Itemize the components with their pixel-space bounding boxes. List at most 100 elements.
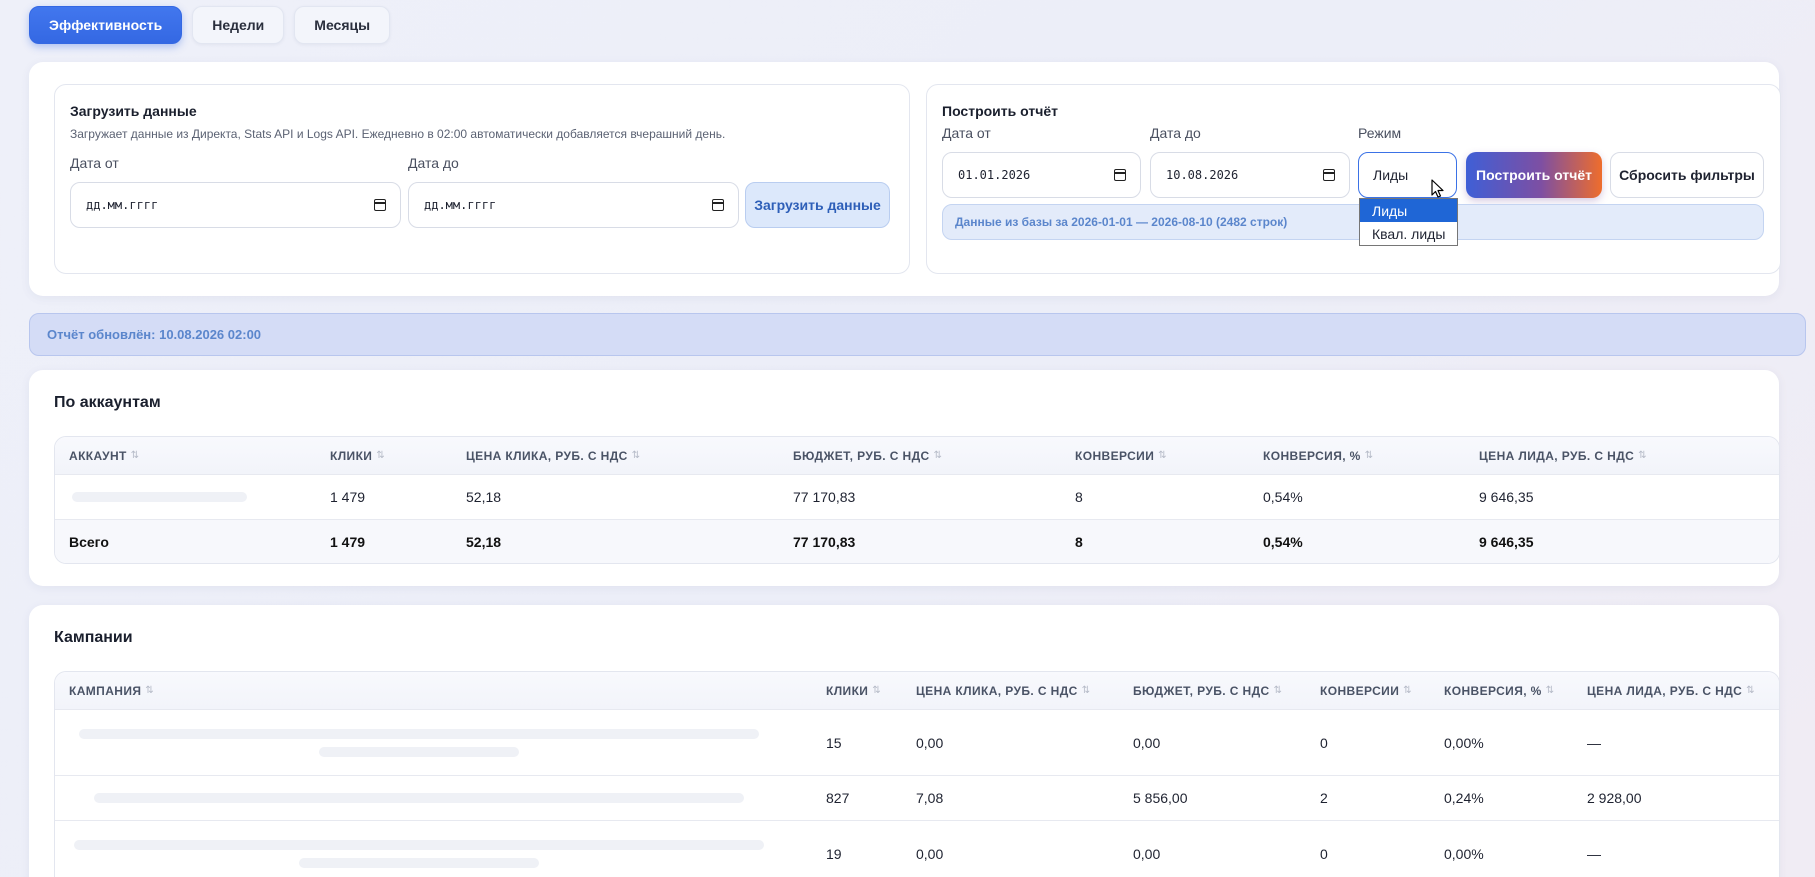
accounts-table: АККАУНТ ⇅ КЛИКИ ⇅ ЦЕНА КЛИКА, РУБ. С НДС ⇅ … [54, 436, 1780, 564]
accounts-title: По аккаунтам [54, 394, 161, 411]
load-panel-title: Загрузить данные [70, 103, 197, 119]
mode-option-qualified-leads[interactable]: Квал. лиды [1360, 222, 1457, 245]
report-panel-title: Построить отчёт [942, 103, 1058, 119]
view-tabs: Эффективность Недели Месяцы [29, 6, 391, 44]
reset-filters-button[interactable]: Сбросить фильтры [1610, 152, 1764, 198]
cell-cpc: 0,00 [916, 734, 944, 751]
sort-icon[interactable]: ⇅ [1403, 685, 1412, 696]
col-header-account[interactable]: АККАУНТ ⇅ [69, 437, 140, 474]
cell-clicks: 827 [826, 790, 850, 806]
cell-budget: 5 856,00 [1133, 790, 1188, 806]
cell-clicks: 15 [826, 734, 842, 751]
campaign-name-redacted [69, 821, 769, 877]
sort-icon[interactable]: ⇅ [1638, 450, 1647, 461]
report-date-from-input[interactable]: 01.01.2026 [942, 152, 1141, 198]
report-date-from-value: 01.01.2026 [958, 168, 1031, 182]
table-row: 15 0,00 0,00 0 0,00% — [55, 709, 1779, 775]
report-date-to-input[interactable]: 10.08.2026 [1150, 152, 1350, 198]
mode-label: Режим [1358, 125, 1402, 141]
load-data-button[interactable]: Загрузить данные [745, 182, 890, 228]
table-row: 1 479 52,18 77 170,83 8 0,54% 9 646,35 [55, 474, 1779, 519]
build-report-button[interactable]: Построить отчёт [1466, 152, 1602, 198]
calendar-icon[interactable] [374, 199, 386, 211]
table-row: 19 0,00 0,00 0 0,00% — [55, 820, 1779, 877]
sort-icon[interactable]: ⇅ [131, 450, 140, 461]
total-cpl: 9 646,35 [1479, 533, 1534, 550]
load-data-panel: Загрузить данные Загружает данные из Дир… [54, 84, 910, 274]
col-header-clicks[interactable]: КЛИКИ ⇅ [826, 672, 881, 709]
mode-dropdown: Лиды Квал. лиды [1359, 198, 1458, 246]
load-date-to-value: дд.мм.гггг [424, 198, 497, 212]
col-header-conversions[interactable]: КОНВЕРСИИ ⇅ [1075, 437, 1167, 474]
col-header-budget[interactable]: БЮДЖЕТ, РУБ. С НДС ⇅ [1133, 672, 1282, 709]
campaigns-card: Кампании КАМПАНИЯ ⇅ КЛИКИ ⇅ ЦЕНА КЛИКА, РУ… [29, 605, 1780, 877]
cell-cpl: 9 646,35 [1479, 489, 1534, 505]
total-label: Всего [69, 533, 109, 550]
cell-budget: 0,00 [1133, 845, 1161, 862]
tab-efficiency[interactable]: Эффективность [29, 6, 183, 44]
col-header-cpc[interactable]: ЦЕНА КЛИКА, РУБ. С НДС ⇅ [466, 437, 641, 474]
cell-clicks: 19 [826, 845, 842, 862]
cell-cpc: 7,08 [916, 790, 944, 806]
total-conv-rate: 0,54% [1263, 533, 1303, 550]
account-name-redacted [69, 475, 249, 519]
load-date-to-input[interactable]: дд.мм.гггг [408, 182, 739, 228]
total-clicks: 1 479 [330, 533, 366, 550]
cell-cpl: 2 928,00 [1587, 790, 1642, 806]
sort-icon[interactable]: ⇅ [1082, 685, 1091, 696]
table-header-row: АККАУНТ ⇅ КЛИКИ ⇅ ЦЕНА КЛИКА, РУБ. С НДС ⇅ … [55, 437, 1779, 474]
tab-months[interactable]: Месяцы [294, 6, 391, 44]
sort-icon[interactable]: ⇅ [1746, 685, 1755, 696]
col-header-cpc[interactable]: ЦЕНА КЛИКА, РУБ. С НДС ⇅ [916, 672, 1091, 709]
mode-option-leads[interactable]: Лиды [1360, 199, 1457, 222]
load-panel-description: Загружает данные из Директа, Stats API и… [70, 127, 726, 141]
col-header-cpl[interactable]: ЦЕНА ЛИДА, РУБ. С НДС ⇅ [1479, 437, 1647, 474]
sort-icon[interactable]: ⇅ [1546, 685, 1555, 696]
sort-icon[interactable]: ⇅ [872, 685, 881, 696]
cell-cpc: 52,18 [466, 489, 502, 505]
sort-icon[interactable]: ⇅ [1365, 450, 1374, 461]
campaigns-title: Кампании [54, 629, 133, 646]
calendar-icon[interactable] [1114, 169, 1126, 181]
controls-card: Загрузить данные Загружает данные из Дир… [29, 62, 1781, 296]
mouse-cursor-icon [1431, 179, 1444, 198]
col-header-conv-rate[interactable]: КОНВЕРСИЯ, % ⇅ [1444, 672, 1555, 709]
cell-conv-rate: 0,24% [1444, 790, 1484, 806]
sort-icon[interactable]: ⇅ [934, 450, 943, 461]
cell-budget: 0,00 [1133, 734, 1161, 751]
col-header-budget[interactable]: БЮДЖЕТ, РУБ. С НДС ⇅ [793, 437, 942, 474]
cell-cpl: — [1587, 734, 1601, 751]
tab-weeks[interactable]: Недели [192, 6, 285, 44]
cell-conversions: 8 [1075, 489, 1083, 505]
campaign-name-redacted [69, 710, 769, 775]
sort-icon[interactable]: ⇅ [145, 685, 154, 696]
table-total-row: Всего 1 479 52,18 77 170,83 8 0,54% 9 64… [55, 519, 1779, 563]
report-date-from-label: Дата от [942, 125, 991, 141]
calendar-icon[interactable] [1323, 169, 1335, 181]
report-date-to-label: Дата до [1150, 125, 1201, 141]
col-header-conversions[interactable]: КОНВЕРСИИ ⇅ [1320, 672, 1412, 709]
build-report-panel: Построить отчёт Дата от 01.01.2026 Дата … [926, 84, 1781, 274]
load-date-from-label: Дата от [70, 155, 119, 171]
col-header-cpl[interactable]: ЦЕНА ЛИДА, РУБ. С НДС ⇅ [1587, 672, 1755, 709]
col-header-clicks[interactable]: КЛИКИ ⇅ [330, 437, 385, 474]
cell-conversions: 0 [1320, 734, 1328, 751]
load-date-from-input[interactable]: дд.мм.гггг [70, 182, 401, 228]
calendar-icon[interactable] [712, 199, 724, 211]
col-header-campaign[interactable]: КАМПАНИЯ ⇅ [69, 672, 154, 709]
report-updated-status: Отчёт обновлён: 10.08.2026 02:00 [29, 313, 1806, 356]
sort-icon[interactable]: ⇅ [376, 450, 385, 461]
total-budget: 77 170,83 [793, 533, 856, 550]
col-header-conv-rate[interactable]: КОНВЕРСИЯ, % ⇅ [1263, 437, 1374, 474]
sort-icon[interactable]: ⇅ [1158, 450, 1167, 461]
sort-icon[interactable]: ⇅ [1274, 685, 1283, 696]
cell-conversions: 2 [1320, 790, 1328, 806]
load-date-from-value: дд.мм.гггг [86, 198, 159, 212]
table-row: 827 7,08 5 856,00 2 0,24% 2 928,00 [55, 775, 1779, 820]
cell-conv-rate: 0,00% [1444, 845, 1484, 862]
data-range-info: Данные из базы за 2026-01-01 — 2026-08-1… [942, 204, 1764, 240]
cell-conversions: 0 [1320, 845, 1328, 862]
table-header-row: КАМПАНИЯ ⇅ КЛИКИ ⇅ ЦЕНА КЛИКА, РУБ. С НДС ⇅… [55, 672, 1779, 709]
total-cpc: 52,18 [466, 533, 502, 550]
sort-icon[interactable]: ⇅ [632, 450, 641, 461]
